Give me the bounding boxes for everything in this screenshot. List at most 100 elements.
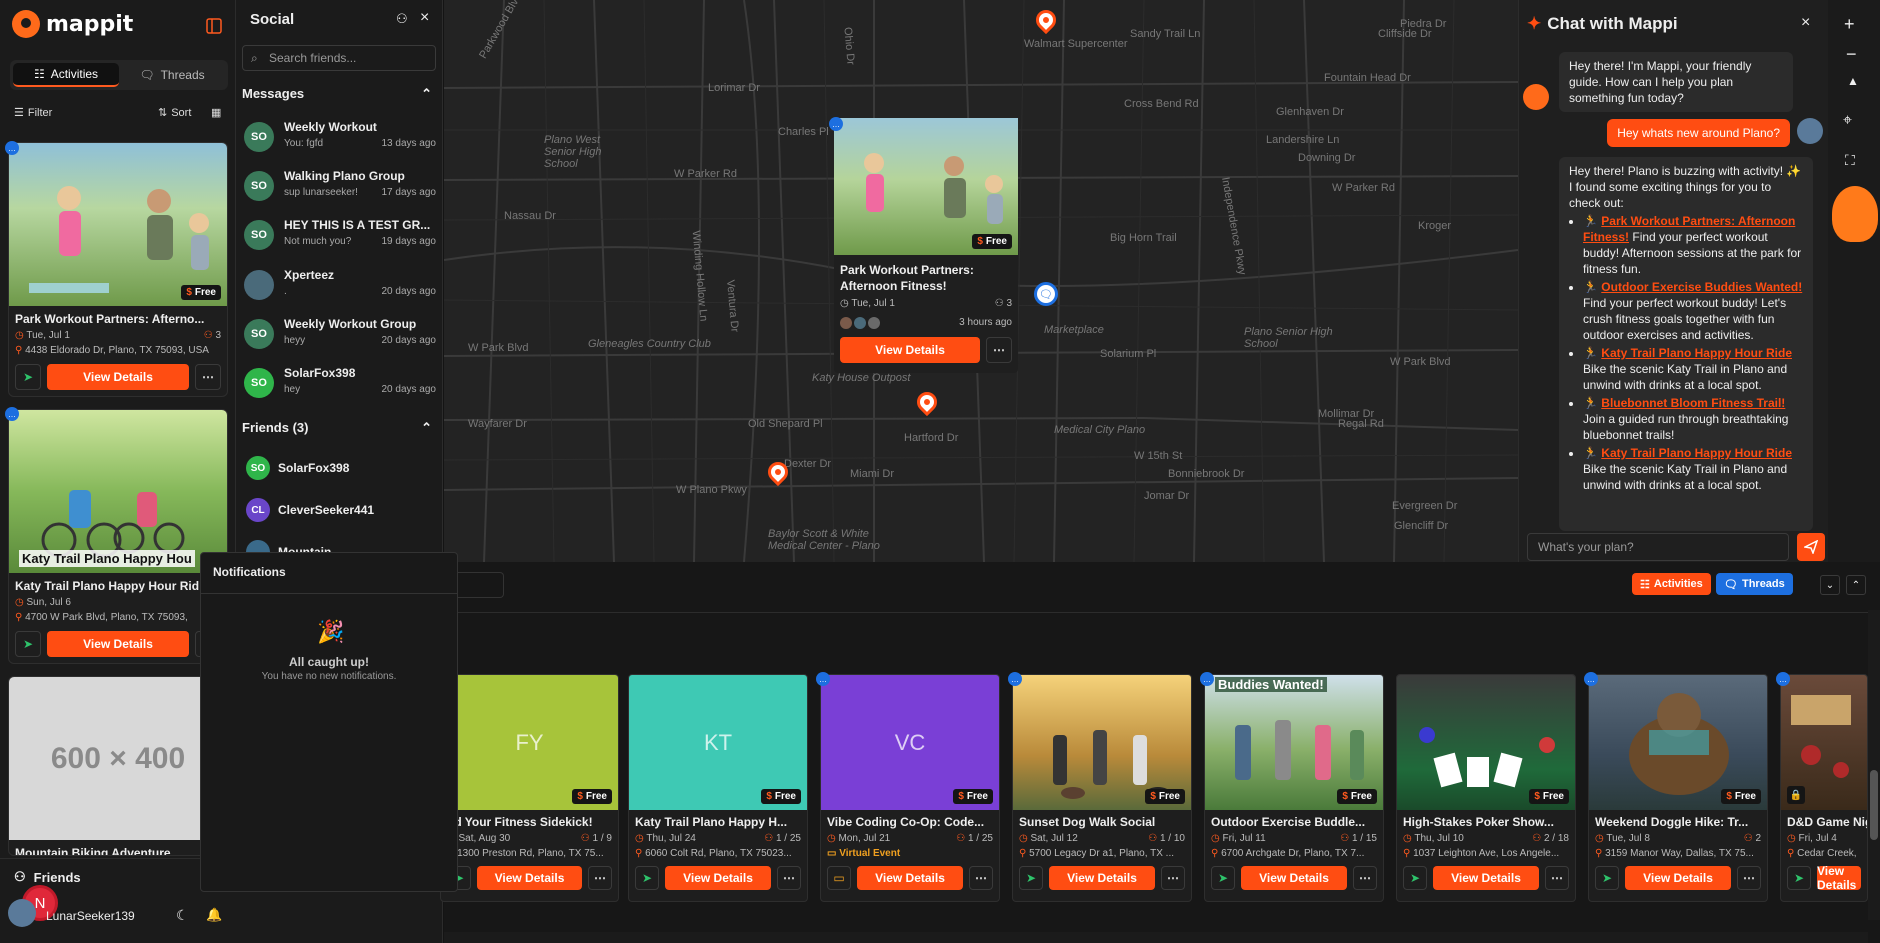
message-thread[interactable]: SO Weekly Workout Group heyy 20 days ago xyxy=(244,315,436,359)
view-details-button[interactable]: View Details xyxy=(1625,866,1731,890)
activity-card[interactable]: $ Free Park Workout Partners: Afterno... … xyxy=(8,142,228,397)
view-details-button[interactable]: View Details xyxy=(47,631,189,657)
friends-section-header[interactable]: Friends (3) ⌃ xyxy=(242,420,432,436)
more-options-icon[interactable]: ⋯ xyxy=(588,866,612,890)
more-options-icon[interactable]: ⋯ xyxy=(1353,866,1377,890)
carousel-card[interactable]: Buddies Wanted! $ Free Outdoor Exercise Bu… xyxy=(1204,674,1384,902)
more-options-icon[interactable]: ⋯ xyxy=(986,337,1012,363)
navigate-icon[interactable]: ➤ xyxy=(15,631,41,657)
thread-bubble-icon[interactable]: … xyxy=(1776,672,1790,686)
close-chat-icon[interactable]: × xyxy=(1801,14,1810,32)
friend-item[interactable]: CL CleverSeeker441 xyxy=(246,497,374,523)
carousel-card[interactable]: $ Free Weekend Doggle Hike: Tr... ◷ Tue, … xyxy=(1588,674,1768,902)
more-options-icon[interactable]: ⋯ xyxy=(1737,866,1761,890)
send-icon[interactable] xyxy=(1797,533,1825,561)
thread-bubble-icon[interactable]: … xyxy=(1008,672,1022,686)
view-details-button[interactable]: View Details xyxy=(1817,864,1861,892)
scrollbar-thumb[interactable] xyxy=(1870,770,1878,840)
locate-icon[interactable]: ⌖ xyxy=(1843,112,1852,130)
compass-icon[interactable]: ▲ xyxy=(1847,74,1859,88)
notifications-title: Notifications xyxy=(213,565,286,579)
carousel-tab-activities[interactable]: ☷ Activities xyxy=(1632,573,1711,595)
collapse-sidebar-icon[interactable] xyxy=(206,18,222,34)
tab-threads[interactable]: 🗨 Threads xyxy=(119,63,225,87)
suggestion-link[interactable]: Katy Trail Plano Happy Hour Ride xyxy=(1601,446,1792,460)
filter-button[interactable]: ☰ Filter xyxy=(14,106,52,120)
view-details-button[interactable]: View Details xyxy=(477,866,582,890)
dark-mode-icon[interactable]: ☾ xyxy=(176,907,189,924)
thread-bubble-icon[interactable]: … xyxy=(816,672,830,686)
navigate-icon[interactable]: ➤ xyxy=(1403,866,1427,890)
friends-nav-button[interactable]: ⚇ Friends xyxy=(14,869,81,885)
message-thread[interactable]: SO SolarFox398 hey 20 days ago xyxy=(244,364,436,408)
horizontal-scrollbar[interactable] xyxy=(444,932,1868,943)
activity-card[interactable]: 600 × 400 Mountain Biking Adventure xyxy=(8,676,228,856)
view-details-button[interactable]: View Details xyxy=(1241,866,1347,890)
virtual-event-icon[interactable]: ▭ xyxy=(827,866,851,890)
view-details-button[interactable]: View Details xyxy=(47,364,189,390)
view-details-button[interactable]: View Details xyxy=(840,337,980,363)
add-friend-icon[interactable]: ⚇ xyxy=(396,11,408,27)
chat-input[interactable]: What's your plan? xyxy=(1527,533,1789,561)
zoom-out-icon[interactable]: − xyxy=(1846,44,1857,65)
thread-bubble-icon[interactable]: … xyxy=(1200,672,1214,686)
app-logo[interactable]: mappit xyxy=(12,10,133,38)
suggestion-link[interactable]: Outdoor Exercise Buddies Wanted! xyxy=(1601,280,1802,294)
attendee-count: 2 xyxy=(1755,833,1761,844)
more-options-icon[interactable]: ⋯ xyxy=(777,866,801,890)
navigate-icon[interactable]: ➤ xyxy=(1787,866,1811,890)
tab-activities[interactable]: ☷ Activities xyxy=(13,63,119,87)
carousel-card[interactable]: FY$Free nd Your Fitness Sidekick! ◷ Sat,… xyxy=(440,674,619,902)
map-label: Glencliff Dr xyxy=(1394,520,1449,532)
search-friends-input[interactable]: ⌕ Search friends... xyxy=(242,45,436,71)
tab-label: Activities xyxy=(50,67,99,81)
carousel-card[interactable]: 🔒 D&D Game Nig ◷ Fri, Jul 4 ⚲ Cedar Cree… xyxy=(1780,674,1868,902)
message-thread[interactable]: SO Weekly Workout You: fgfd 13 days ago xyxy=(244,118,436,162)
thread-bubble-icon[interactable]: … xyxy=(5,407,19,421)
navigate-icon[interactable]: ➤ xyxy=(15,364,41,390)
carousel-card[interactable]: $ Free Sunset Dog Walk Social ◷ Sat, Jul … xyxy=(1012,674,1192,902)
view-details-button[interactable]: View Details xyxy=(1049,866,1155,890)
view-details-button[interactable]: View Details xyxy=(665,866,771,890)
more-options-icon[interactable]: ⋯ xyxy=(969,866,993,890)
carousel-tab-threads[interactable]: 🗨 Threads xyxy=(1716,573,1793,595)
carousel-card[interactable]: $ Free High-Stakes Poker Show... ◷ Thu, J… xyxy=(1396,674,1576,902)
fullscreen-icon[interactable]: ⛶ xyxy=(1845,152,1855,169)
chevron-down-icon[interactable]: ⌄ xyxy=(1820,575,1840,595)
grid-view-icon[interactable]: ▦ xyxy=(211,106,221,119)
carousel-card[interactable]: VC $ Free Vibe Coding Co-Op: Code... ◷ Mon… xyxy=(820,674,1000,902)
close-icon[interactable]: × xyxy=(420,9,429,27)
thread-bubble-icon[interactable]: … xyxy=(1584,672,1598,686)
user-avatar[interactable] xyxy=(8,899,36,927)
carousel-card[interactable]: KT $ Free Katy Trail Plano Happy H... ◷ Th… xyxy=(628,674,808,902)
thread-map-marker-icon[interactable]: 🗨 xyxy=(1034,282,1058,306)
friend-item[interactable]: SO SolarFox398 xyxy=(246,455,349,481)
suggestion-link[interactable]: Bluebonnet Bloom Fitness Trail! xyxy=(1601,396,1785,410)
message-thread[interactable]: SO Walking Plano Group sup lunarseeker! 17 … xyxy=(244,167,436,211)
messages-section-header[interactable]: Messages ⌃ xyxy=(242,86,432,102)
activity-card[interactable]: Katy Trail Plano Happy Hou Katy Trail Pl… xyxy=(8,409,228,664)
view-details-button[interactable]: View Details xyxy=(857,866,963,890)
more-options-icon[interactable]: ⋯ xyxy=(1545,866,1569,890)
more-options-icon[interactable]: ⋯ xyxy=(195,364,221,390)
navigate-icon[interactable]: ➤ xyxy=(1595,866,1619,890)
bell-icon[interactable]: 🔔 xyxy=(206,907,222,923)
tab-label: Threads xyxy=(1741,578,1785,590)
map-activity-popup[interactable]: $ Free Park Workout Partners: Afternoon F… xyxy=(834,118,1018,373)
more-options-icon[interactable]: ⋯ xyxy=(1161,866,1185,890)
navigate-icon[interactable]: ➤ xyxy=(1211,866,1235,890)
message-thread[interactable]: SO HEY THIS IS A TEST GR... Not much you? 1… xyxy=(244,216,436,260)
scrollbar[interactable] xyxy=(1868,610,1880,920)
navigate-icon[interactable]: ➤ xyxy=(1019,866,1043,890)
mappi-mascot-icon[interactable] xyxy=(1832,186,1878,242)
sort-button[interactable]: ⇅ Sort xyxy=(158,106,191,120)
chevron-up-icon[interactable]: ⌃ xyxy=(1846,575,1866,595)
thread-bubble-icon[interactable]: … xyxy=(829,117,843,131)
suggestion-link[interactable]: Katy Trail Plano Happy Hour Ride xyxy=(1601,346,1792,360)
navigate-icon[interactable]: ➤ xyxy=(635,866,659,890)
thread-bubble-icon[interactable]: … xyxy=(5,141,19,155)
zoom-in-icon[interactable]: + xyxy=(1844,14,1855,35)
map-label: Downing Dr xyxy=(1298,152,1356,164)
message-thread[interactable]: Xperteez. 20 days ago xyxy=(244,266,436,310)
view-details-button[interactable]: View Details xyxy=(1433,866,1539,890)
